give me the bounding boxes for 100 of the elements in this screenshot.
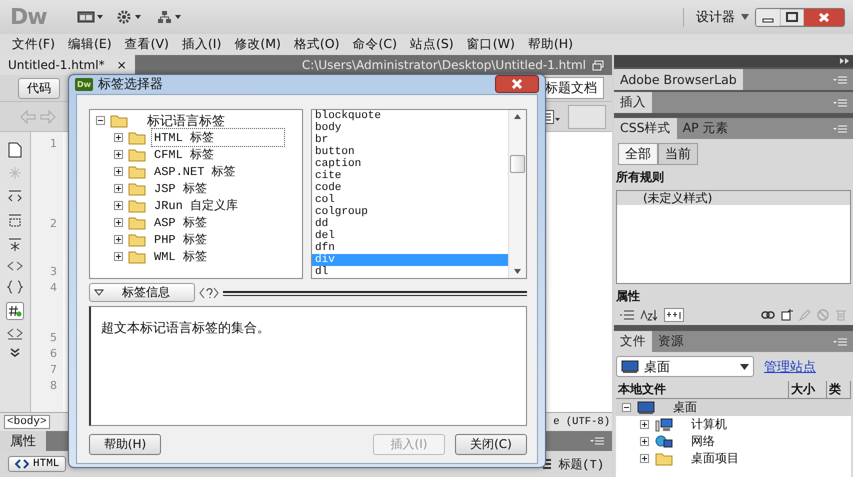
expand-all-icon[interactable] (7, 236, 23, 252)
panel-menu-icon[interactable] (833, 98, 847, 106)
panel-tab[interactable]: Adobe BrowserLab (614, 69, 743, 90)
list-item[interactable]: code (312, 182, 508, 194)
tree-item[interactable]: JRun 自定义库 (151, 196, 242, 215)
list-item[interactable]: col (312, 194, 508, 206)
panel-tab[interactable]: CSS样式 (614, 118, 677, 139)
list-item[interactable]: button (312, 146, 508, 158)
menu-item[interactable]: 命令(C) (346, 36, 404, 53)
collapse-tag-icon[interactable] (7, 188, 23, 204)
expand-icon[interactable] (114, 184, 123, 193)
list-icon[interactable] (542, 458, 552, 470)
list-item[interactable]: colgroup (312, 206, 508, 218)
scroll-thumb[interactable] (510, 155, 525, 173)
menu-item[interactable]: 站点(S) (404, 36, 461, 53)
panel-menu-icon[interactable] (833, 124, 847, 132)
list-item[interactable]: dd (312, 218, 508, 230)
scrollbar[interactable] (508, 110, 526, 278)
tag-selector[interactable]: <body> (4, 415, 50, 429)
list-item[interactable]: br (312, 134, 508, 146)
site-dropdown[interactable]: 桌面 (616, 356, 754, 377)
collapse-icon[interactable] (96, 116, 105, 125)
list-item[interactable]: dfn (312, 242, 508, 254)
tree-item[interactable]: ASP 标签 (151, 213, 210, 232)
code-view-button[interactable]: 代码 (18, 78, 60, 98)
collapse-selection-icon[interactable] (7, 212, 23, 228)
tree-item[interactable]: JSP 标签 (151, 179, 210, 198)
panel-menu-icon[interactable] (590, 437, 604, 445)
list-item[interactable]: body (312, 122, 508, 134)
expand-icon[interactable] (114, 201, 123, 210)
html-button[interactable]: HTML (8, 456, 66, 472)
tag-info-toggle[interactable]: 标签信息 (89, 283, 195, 302)
manage-sites-link[interactable]: 管理站点 (764, 358, 816, 376)
close-icon[interactable] (804, 8, 844, 26)
close-icon[interactable] (495, 75, 539, 93)
tab-close-button[interactable]: × (116, 58, 127, 72)
file-tree-item[interactable]: 桌面 (673, 399, 697, 416)
tree-item[interactable]: PHP 标签 (151, 230, 210, 249)
menu-item[interactable]: 编辑(E) (62, 36, 119, 53)
expand-icon[interactable] (114, 252, 123, 261)
help-tag-icon[interactable] (199, 286, 219, 298)
restore-icon[interactable] (592, 60, 604, 70)
expand-icon[interactable] (640, 437, 649, 446)
menu-item[interactable]: 帮助(H) (522, 36, 580, 53)
mode-button[interactable]: 全部 (618, 143, 658, 165)
double-chevron-icon[interactable] (10, 348, 20, 358)
scroll-down-icon[interactable] (514, 269, 521, 274)
column-header[interactable]: 大小 (789, 381, 827, 398)
menu-item[interactable]: 查看(V) (118, 36, 176, 53)
hash-icon[interactable] (6, 302, 24, 320)
column-header[interactable]: 类 (827, 381, 851, 398)
expand-icon[interactable] (114, 235, 123, 244)
dialog-button[interactable]: 关闭(C) (455, 434, 527, 455)
scroll-up-icon[interactable] (514, 114, 521, 119)
braces-icon[interactable] (7, 280, 23, 294)
tree-item[interactable]: 标记语言标签 (147, 112, 225, 130)
menu-item[interactable]: 插入(I) (176, 36, 228, 53)
expand-icon[interactable] (640, 454, 649, 463)
tree-item[interactable]: HTML 标签 (151, 128, 285, 147)
file-tree-item[interactable]: 计算机 (691, 416, 727, 433)
menu-item[interactable]: 格式(O) (288, 36, 347, 53)
caret-icon[interactable] (741, 14, 749, 20)
tag-icon[interactable] (7, 328, 23, 340)
panel-menu-icon[interactable] (833, 338, 847, 346)
document-tab[interactable]: Untitled-1.html* × (0, 55, 135, 75)
properties-tab[interactable]: 属性 (0, 431, 46, 451)
dialog-button[interactable]: 帮助(H) (89, 434, 161, 455)
tree-item[interactable]: CFML 标签 (151, 145, 218, 164)
panel-tab[interactable]: 文件 (614, 331, 652, 352)
menu-item[interactable]: 文件(F) (6, 36, 62, 53)
list-item[interactable]: caption (312, 158, 508, 170)
expand-icon[interactable] (640, 420, 649, 429)
link-icon[interactable] (761, 310, 775, 320)
list-icon[interactable] (620, 310, 634, 320)
expand-icon[interactable] (114, 218, 123, 227)
page-icon[interactable] (8, 142, 22, 158)
file-tree-item[interactable]: 网络 (691, 433, 715, 450)
layout-icon[interactable] (76, 11, 103, 23)
collapse-icon[interactable] (622, 403, 631, 412)
file-tree-item[interactable]: 桌面项目 (691, 450, 739, 467)
column-header[interactable]: 本地文件 (616, 381, 789, 398)
workspace-switcher[interactable]: 设计器 (696, 8, 735, 26)
list-item[interactable]: blockquote (312, 110, 508, 122)
maximize-icon[interactable] (780, 8, 804, 26)
tree-item[interactable]: ASP.NET 标签 (151, 162, 239, 181)
minimize-icon[interactable] (756, 8, 780, 26)
panel-tab[interactable]: 插入 (614, 92, 652, 113)
tree-item[interactable]: WML 标签 (151, 247, 210, 266)
list-item[interactable]: del (312, 230, 508, 242)
tag-icon[interactable] (7, 260, 23, 272)
menu-item[interactable]: 窗口(W) (460, 36, 522, 53)
expand-icon[interactable] (114, 150, 123, 159)
expand-icon[interactable] (114, 167, 123, 176)
sort-icon[interactable] (640, 309, 658, 321)
site-tree-icon[interactable] (156, 10, 183, 24)
list-item[interactable]: cite (312, 170, 508, 182)
double-arrow-icon[interactable] (840, 58, 849, 64)
list-item[interactable]: dl (312, 266, 508, 278)
menu-item[interactable]: 修改(M) (228, 36, 288, 53)
rule-item[interactable]: (未定义样式) (617, 191, 850, 205)
